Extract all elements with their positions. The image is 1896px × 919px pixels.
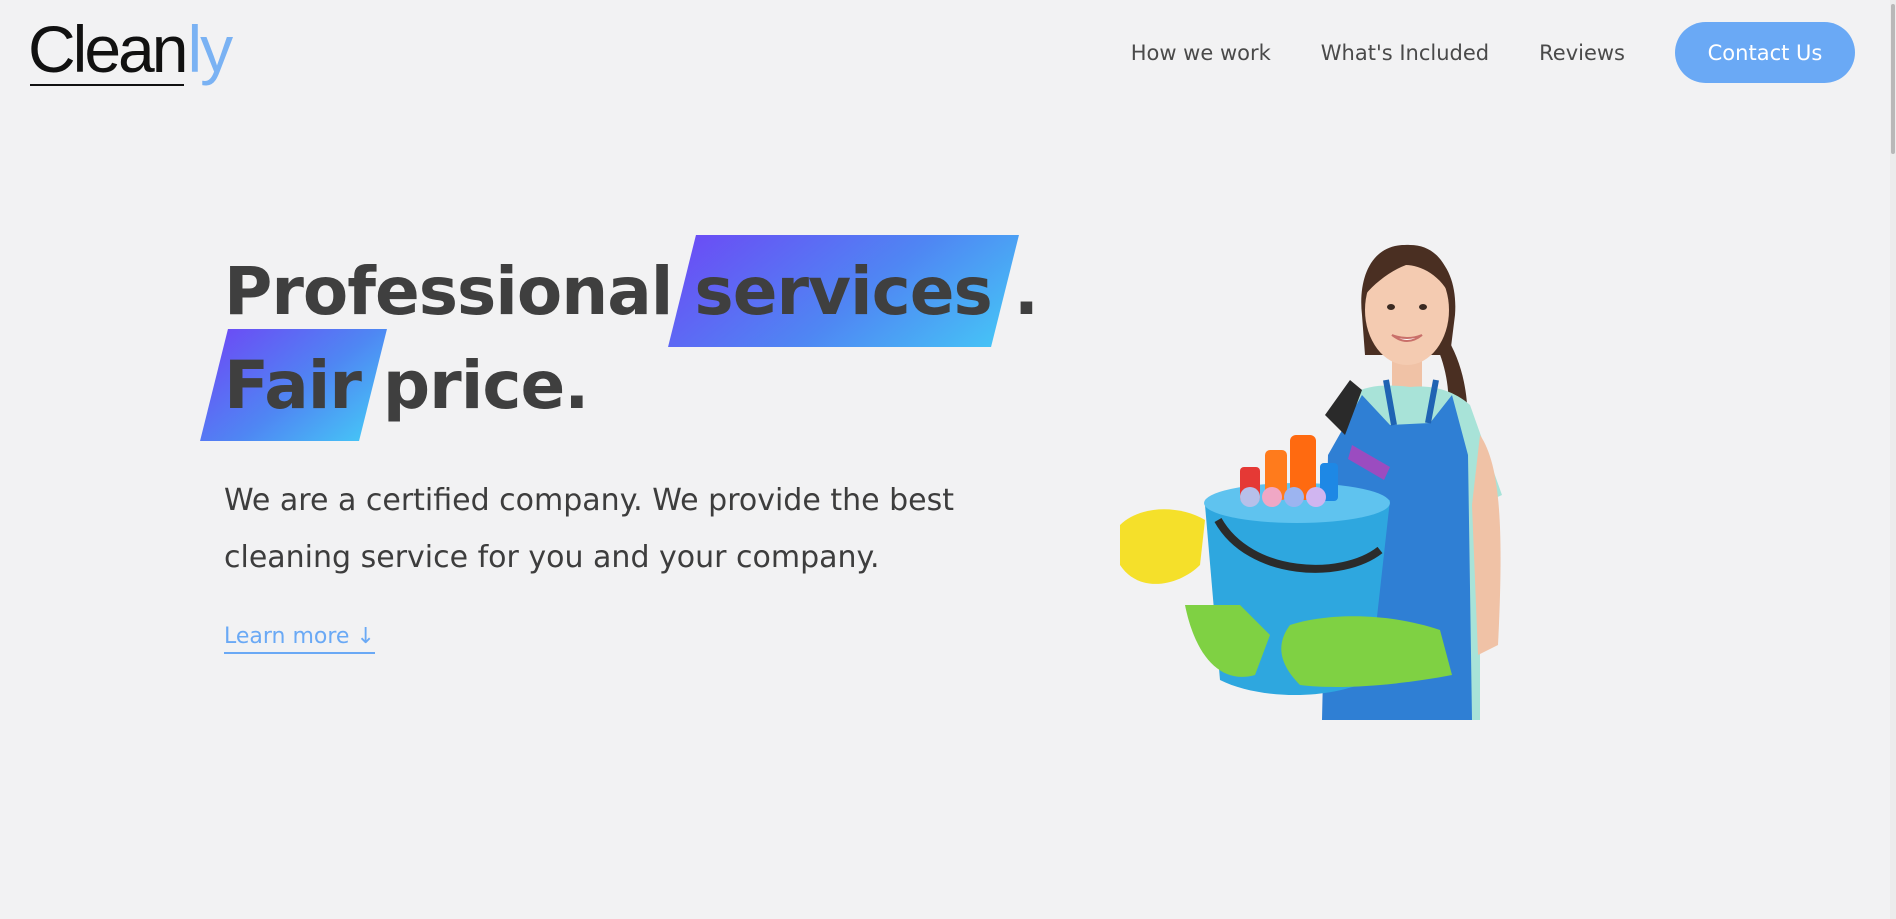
headline-period: . <box>1013 253 1039 330</box>
page-scrollbar[interactable] <box>1890 0 1896 919</box>
headline-price: price. <box>382 347 589 424</box>
nav-link-reviews[interactable]: Reviews <box>1539 41 1625 65</box>
contact-us-button[interactable]: Contact Us <box>1675 22 1855 83</box>
learn-more-link[interactable]: Learn more ↓ <box>224 624 375 654</box>
hero-headline: Professional services . Fair price. <box>224 245 1039 433</box>
headline-highlight-services: services <box>694 245 992 339</box>
cleaning-woman-illustration <box>1100 205 1620 725</box>
logo-main-text: Clean <box>28 6 188 92</box>
hero-description: We are a certified company. We provide t… <box>224 483 955 575</box>
nav-link-whats-included[interactable]: What's Included <box>1321 41 1489 65</box>
nav-link-how-we-work[interactable]: How we work <box>1131 41 1271 65</box>
headline-professional: Professional <box>224 253 673 330</box>
landing-page: Clean ly How we work What's Included Rev… <box>0 0 1896 919</box>
main-nav: How we work What's Included Reviews Cont… <box>1131 22 1855 83</box>
brand-logo[interactable]: Clean ly <box>28 6 233 92</box>
scrollbar-thumb[interactable] <box>1891 4 1895 154</box>
logo-accent-text: ly <box>187 12 233 86</box>
headline-highlight-fair: Fair <box>224 339 362 433</box>
